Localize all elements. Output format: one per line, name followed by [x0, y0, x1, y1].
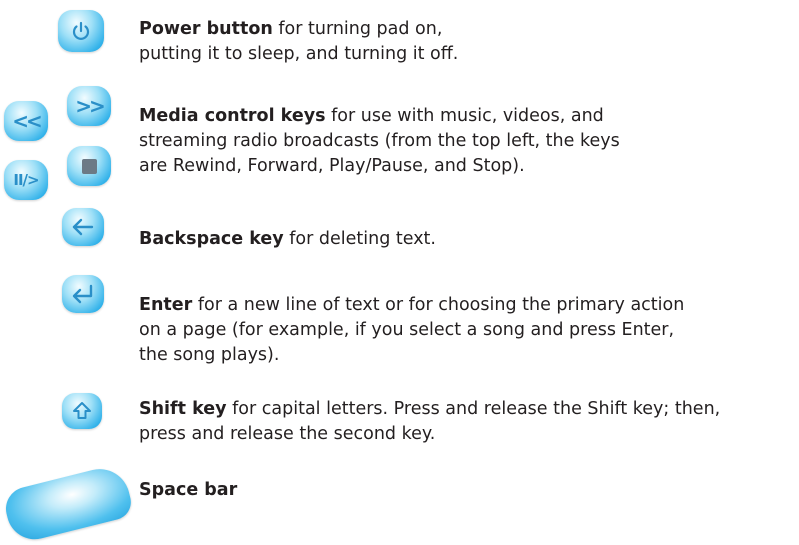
spacebar-description: Space bar — [139, 478, 237, 503]
media-description: Media control keys for use with music, v… — [139, 106, 620, 176]
power-key — [58, 10, 104, 52]
rewind-icon: << — [12, 109, 42, 133]
forward-icon: >> — [75, 94, 105, 118]
rewind-key: << — [4, 101, 48, 141]
enter-icon — [72, 284, 93, 304]
power-icon — [72, 21, 90, 40]
forward-key: >> — [67, 86, 111, 126]
stop-icon — [81, 158, 97, 174]
power-description: Power button for turning pad on, putting… — [139, 19, 459, 64]
enter-description: Enter for a new line of text or for choo… — [139, 295, 685, 365]
backspace-title: Backspace key — [139, 229, 284, 249]
spacebar-title: Space bar — [139, 480, 238, 500]
left-arrow-icon — [72, 218, 94, 236]
shift-up-arrow-icon — [73, 402, 91, 419]
play-pause-icon: II/> — [13, 171, 39, 189]
backspace-description: Backspace key for deleting text. — [139, 229, 436, 249]
stop-key — [67, 146, 111, 186]
shift-description: Shift key for capital letters. Press and… — [139, 399, 721, 444]
space-bar-key — [1, 462, 135, 545]
enter-title: Enter — [139, 295, 193, 315]
shift-key — [62, 393, 102, 429]
power-title: Power button — [139, 19, 273, 39]
backspace-key — [62, 208, 104, 246]
media-title: Media control keys — [139, 106, 326, 126]
shift-title: Shift key — [139, 399, 227, 419]
enter-key — [62, 275, 104, 313]
play-pause-key: II/> — [4, 160, 48, 200]
